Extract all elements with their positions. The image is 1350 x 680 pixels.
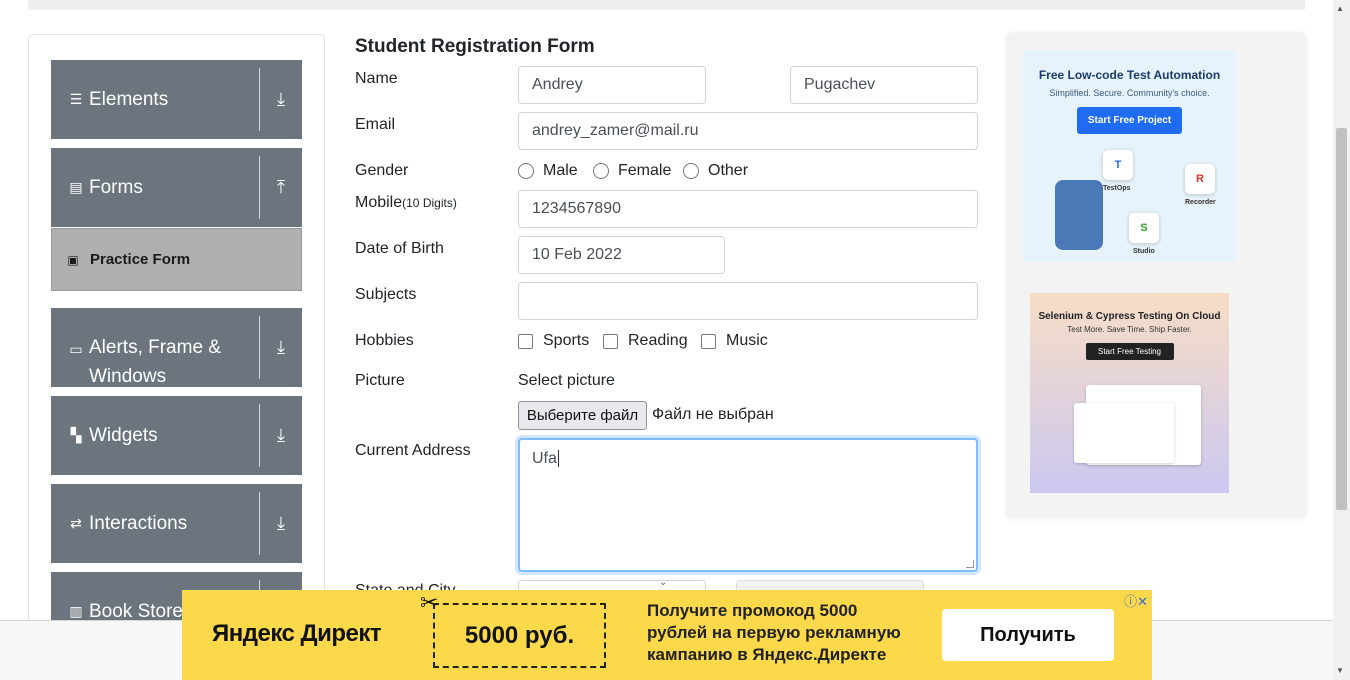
- sidebar-group-label: Widgets: [89, 425, 158, 446]
- scroll-down-icon[interactable]: ▼: [1336, 666, 1344, 675]
- download-arrow-icon[interactable]: ⤓: [260, 60, 302, 139]
- sidebar-group-label: Elements: [89, 89, 169, 110]
- download-arrow-icon[interactable]: ⤓: [260, 308, 302, 387]
- top-banner-strip: [28, 0, 1305, 10]
- dashboard-screenshot: [1074, 403, 1174, 463]
- ad-label: Recorder: [1185, 199, 1216, 206]
- ad-info-close-icon[interactable]: ⓘ✕: [1124, 591, 1148, 610]
- ad-label: Studio: [1133, 248, 1155, 255]
- radio-label: Male: [543, 162, 578, 179]
- recorder-logo-icon: R: [1185, 164, 1215, 194]
- dob-input[interactable]: 10 Feb 2022: [518, 236, 725, 274]
- subjects-label: Subjects: [355, 286, 417, 303]
- address-label: Current Address: [355, 442, 471, 459]
- ad-cloud-testing[interactable]: Selenium & Cypress Testing On Cloud Test…: [1030, 293, 1229, 493]
- sidebar-item-practice-form[interactable]: ▣ Practice Form: [51, 228, 302, 291]
- ad-cta-button[interactable]: Start Free Testing: [1085, 343, 1174, 360]
- hamburger-icon: ☰: [69, 91, 83, 107]
- window-icon: ▭: [69, 341, 83, 357]
- sidebar-group-interactions[interactable]: ⇄ Interactions ⤓: [51, 484, 302, 563]
- sidebar-group-widgets[interactable]: ▚ Widgets ⤓: [51, 396, 302, 475]
- hobby-checkbox-sports[interactable]: Sports: [518, 332, 589, 350]
- sidebar-item-label: Practice Form: [90, 251, 191, 268]
- resize-grip-icon[interactable]: [966, 560, 974, 568]
- mobile-input[interactable]: 1234567890: [518, 190, 978, 228]
- ad-title: Free Low-code Test Automation: [1038, 68, 1221, 82]
- subjects-input[interactable]: [518, 282, 978, 320]
- hobbies-label: Hobbies: [355, 332, 414, 349]
- sidebar: ☰ Elements ⤓ ▤ Forms ⤒ ▣ Practice Form ▭ Al…: [28, 34, 325, 634]
- state-select[interactable]: ⌄: [518, 577, 706, 590]
- checkbox-box[interactable]: [701, 333, 716, 349]
- ad-title: Selenium & Cypress Testing On Cloud: [1038, 311, 1221, 322]
- robot-illustration: [1055, 180, 1103, 250]
- yandex-direct-ad[interactable]: Яндекс Директ ✂ 5000 руб. Получите промо…: [182, 590, 1152, 680]
- gender-label: Gender: [355, 162, 409, 179]
- checkbox-label: Reading: [628, 332, 688, 349]
- studio-logo-icon: S: [1129, 213, 1159, 243]
- text-caret: [557, 450, 559, 468]
- form-title: Student Registration Form: [355, 36, 595, 57]
- upload-arrow-icon[interactable]: ⤒: [260, 148, 302, 227]
- interactions-icon: ⇄: [70, 515, 82, 531]
- gender-radio-female[interactable]: Female: [593, 162, 671, 180]
- dob-label: Date of Birth: [355, 240, 444, 257]
- mobile-hint: (10 Digits): [402, 196, 457, 210]
- picture-label: Picture: [355, 372, 405, 389]
- email-input[interactable]: andrey_zamer@mail.ru: [518, 112, 978, 150]
- file-status: Файл не выбран: [652, 406, 774, 423]
- ad-label: TestOps: [1103, 185, 1131, 192]
- download-arrow-icon[interactable]: ⤓: [260, 484, 302, 563]
- scrollbar-thumb[interactable]: [1336, 128, 1347, 510]
- sidebar-group-alerts[interactable]: ▭ Alerts, Frame & Windows ⤓: [51, 308, 302, 387]
- select-picture-label: Select picture: [518, 372, 615, 389]
- last-name-input[interactable]: Pugachev: [790, 66, 978, 104]
- radio-label: Other: [708, 162, 749, 179]
- radio-circle[interactable]: [518, 163, 534, 179]
- widgets-icon: ▚: [70, 427, 82, 443]
- radio-circle[interactable]: [593, 163, 609, 179]
- address-value: Ufa: [532, 450, 557, 467]
- ad-brand: Яндекс Директ: [212, 620, 382, 647]
- testops-logo-icon: T: [1103, 150, 1133, 180]
- sidebar-group-label: Interactions: [89, 513, 188, 534]
- first-name-input[interactable]: Andrey: [518, 66, 706, 104]
- ad-test-automation[interactable]: Free Low-code Test Automation Simplified…: [1023, 50, 1236, 262]
- sidebar-group-label: Forms: [89, 177, 143, 198]
- ad-cta-button[interactable]: Start Free Project: [1077, 107, 1182, 134]
- ad-coupon: 5000 руб.: [433, 603, 606, 668]
- scroll-up-icon[interactable]: ▲: [1336, 4, 1344, 13]
- radio-label: Female: [618, 162, 672, 179]
- get-promo-button[interactable]: Получить: [942, 609, 1114, 661]
- gender-radio-other[interactable]: Other: [683, 162, 748, 180]
- email-label: Email: [355, 116, 396, 133]
- html5-icon: ▣: [67, 252, 79, 267]
- current-address-textarea[interactable]: Ufa: [518, 438, 978, 572]
- sidebar-group-forms[interactable]: ▤ Forms ⤒: [51, 148, 302, 227]
- hobby-checkbox-music[interactable]: Music: [701, 332, 768, 350]
- ad-description: Получите промокод 5000 рублей на первую р…: [647, 601, 901, 664]
- gender-radio-male[interactable]: Male: [518, 162, 578, 180]
- sidebar-group-elements[interactable]: ☰ Elements ⤓: [51, 60, 302, 139]
- mobile-label: Mobile(10 Digits): [355, 194, 457, 211]
- chevron-down-icon: ⌄: [659, 577, 668, 588]
- checkbox-label: Music: [726, 332, 768, 349]
- name-label: Name: [355, 70, 398, 87]
- hobby-checkbox-reading[interactable]: Reading: [603, 332, 688, 350]
- checkbox-box[interactable]: [518, 333, 533, 349]
- city-select[interactable]: [736, 580, 924, 590]
- ad-subtitle: Test More. Save Time. Ship Faster.: [1067, 325, 1192, 334]
- checkbox-box[interactable]: [603, 333, 618, 349]
- ad-subtitle: Simplified. Secure. Community's choice.: [1049, 88, 1210, 98]
- download-arrow-icon[interactable]: ⤓: [260, 396, 302, 475]
- checkbox-label: Sports: [543, 332, 590, 349]
- choose-file-button[interactable]: Выберите файл: [518, 401, 647, 430]
- document-icon: ▤: [69, 179, 83, 195]
- sidebar-group-label: Alerts, Frame & Windows: [89, 337, 221, 387]
- radio-circle[interactable]: [683, 163, 699, 179]
